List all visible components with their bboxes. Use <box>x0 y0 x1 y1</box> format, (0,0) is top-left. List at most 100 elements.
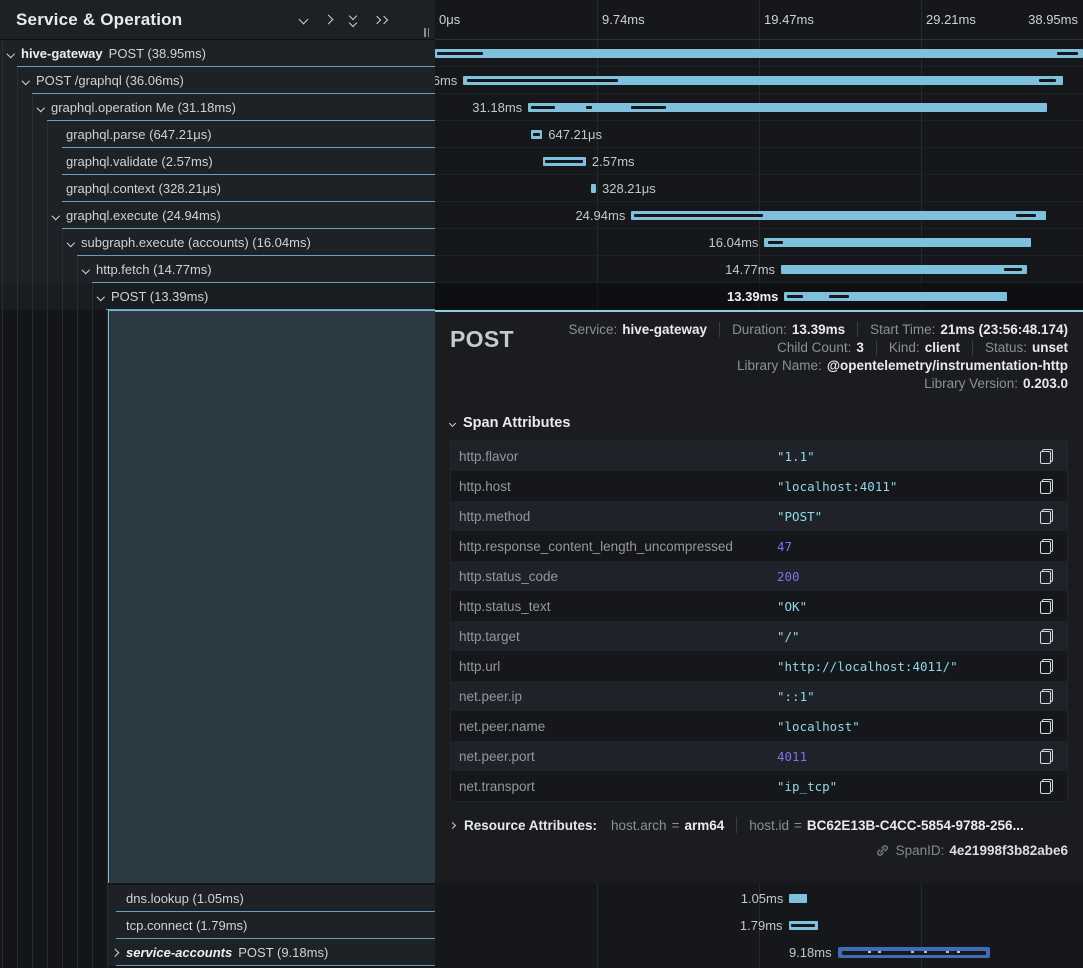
duration-label: Duration: <box>732 322 787 337</box>
chevron-down-icon[interactable] <box>23 78 36 84</box>
span-row-hive-gateway-post[interactable]: hive-gateway POST (38.95ms) 38.95ms <box>0 40 1083 67</box>
span-bar-cell[interactable]: 38.95ms <box>435 40 1083 67</box>
span-bar-cell[interactable]: 9.18ms <box>435 939 1083 966</box>
span-bar-cell[interactable]: 16.04ms <box>435 229 1083 256</box>
attribute-row: net.transport "ip_tcp" <box>451 771 1067 801</box>
span-attributes-toggle[interactable]: Span Attributes <box>450 415 1068 431</box>
ruler-tick: 19.47ms <box>764 12 814 27</box>
span-bar-cell[interactable]: 24.94ms <box>435 202 1083 229</box>
span-bar-cell[interactable]: 328.21μs <box>435 175 1083 202</box>
span-row-graphql-context[interactable]: graphql.context (328.21μs) 328.21μs <box>0 175 1083 202</box>
library-name-label: Library Name: <box>737 358 822 373</box>
span-bar[interactable] <box>543 157 586 166</box>
expand-all-icon[interactable] <box>374 17 387 23</box>
attribute-row: net.peer.ip "::1" <box>451 681 1067 711</box>
span-bar-cell[interactable]: 2.57ms <box>435 148 1083 175</box>
operation-label: graphql.parse (647.21μs) <box>66 127 212 142</box>
span-row-dns-lookup[interactable]: dns.lookup (1.05ms) 1.05ms <box>0 885 1083 912</box>
span-row-subgraph-execute[interactable]: subgraph.execute (accounts) (16.04ms) 16… <box>0 229 1083 256</box>
selected-span-expanded-area[interactable] <box>108 310 435 883</box>
tree-item[interactable]: graphql.validate (2.57ms) <box>0 148 435 175</box>
copy-icon[interactable] <box>1040 779 1053 794</box>
tree-item[interactable]: graphql.context (328.21μs) <box>0 175 435 202</box>
attribute-value: "1.1" <box>777 449 1040 464</box>
tree-item[interactable]: dns.lookup (1.05ms) <box>0 885 435 912</box>
span-bar[interactable] <box>463 76 1063 85</box>
span-bar-cell[interactable]: 36.06ms <box>435 67 1083 94</box>
panel-resize-handle[interactable] <box>424 28 429 37</box>
collapse-one-icon[interactable] <box>299 15 309 25</box>
span-bar[interactable] <box>784 292 1007 301</box>
resource-attributes-toggle[interactable]: Resource Attributes: host.arch = arm64 h… <box>450 817 1068 833</box>
chevron-down-icon[interactable] <box>38 105 51 111</box>
chevron-down-icon[interactable] <box>98 294 111 300</box>
span-bar-cell[interactable]: 647.21μs <box>435 121 1083 148</box>
chevron-right-icon[interactable] <box>112 950 126 956</box>
link-icon[interactable] <box>875 843 890 858</box>
span-bar[interactable] <box>789 894 806 903</box>
span-row-service-accounts-post[interactable]: service-accounts POST (9.18ms) 9.18ms <box>0 939 1083 966</box>
copy-icon[interactable] <box>1040 569 1053 584</box>
span-bar[interactable] <box>591 184 596 193</box>
ruler-tick: 38.95ms <box>1028 12 1078 27</box>
copy-icon[interactable] <box>1040 689 1053 704</box>
attribute-row: http.status_code 200 <box>451 561 1067 591</box>
copy-icon[interactable] <box>1040 479 1053 494</box>
attribute-value: "http://localhost:4011/" <box>777 659 1040 674</box>
span-row-http-fetch[interactable]: http.fetch (14.77ms) 14.77ms <box>0 256 1083 283</box>
expand-one-icon[interactable] <box>324 15 334 25</box>
collapse-all-icon[interactable] <box>350 13 356 26</box>
operation-label: http.fetch (14.77ms) <box>96 262 212 277</box>
span-row-post-selected[interactable]: POST (13.39ms) 13.39ms <box>0 283 1083 310</box>
tree-item[interactable]: POST (13.39ms) <box>0 283 435 310</box>
span-row-graphql-operation[interactable]: graphql.operation Me (31.18ms) 31.18ms <box>0 94 1083 121</box>
span-row-tcp-connect[interactable]: tcp.connect (1.79ms) 1.79ms <box>0 912 1083 939</box>
copy-icon[interactable] <box>1040 509 1053 524</box>
chevron-down-icon[interactable] <box>53 213 66 219</box>
tree-item[interactable]: POST /graphql (36.06ms) <box>0 67 435 94</box>
copy-icon[interactable] <box>1040 659 1053 674</box>
span-bar[interactable] <box>838 947 991 958</box>
tree-item[interactable]: subgraph.execute (accounts) (16.04ms) <box>0 229 435 256</box>
span-bar[interactable] <box>789 921 819 930</box>
span-bar[interactable] <box>528 103 1047 112</box>
attribute-key: http.method <box>451 509 777 524</box>
tree-item[interactable]: http.fetch (14.77ms) <box>0 256 435 283</box>
span-bar[interactable] <box>531 130 542 139</box>
chevron-down-icon[interactable] <box>8 51 21 57</box>
chevron-down-icon[interactable] <box>68 240 81 246</box>
span-bar[interactable] <box>781 265 1027 274</box>
copy-icon[interactable] <box>1040 539 1053 554</box>
span-bar-cell[interactable]: 14.77ms <box>435 256 1083 283</box>
copy-icon[interactable] <box>1040 599 1053 614</box>
span-bar[interactable] <box>764 238 1031 247</box>
span-bar-cell[interactable]: 1.05ms <box>435 885 1083 912</box>
tree-item[interactable]: graphql.operation Me (31.18ms) <box>0 94 435 121</box>
span-bar[interactable] <box>631 211 1046 220</box>
span-row-graphql-validate[interactable]: graphql.validate (2.57ms) 2.57ms <box>0 148 1083 175</box>
copy-icon[interactable] <box>1040 629 1053 644</box>
attribute-value: "::1" <box>777 689 1040 704</box>
copy-icon[interactable] <box>1040 719 1053 734</box>
attribute-value: "ip_tcp" <box>777 779 1040 794</box>
tree-item[interactable]: graphql.parse (647.21μs) <box>0 121 435 148</box>
span-row-graphql-parse[interactable]: graphql.parse (647.21μs) 647.21μs <box>0 121 1083 148</box>
tree-item[interactable]: graphql.execute (24.94ms) <box>0 202 435 229</box>
span-row-graphql-execute[interactable]: graphql.execute (24.94ms) 24.94ms <box>0 202 1083 229</box>
tree-item[interactable]: service-accounts POST (9.18ms) <box>0 939 435 966</box>
ruler-tick: 9.74ms <box>602 12 645 27</box>
span-bar[interactable] <box>435 49 1083 58</box>
span-bar-cell[interactable]: 13.39ms <box>435 283 1083 310</box>
chevron-down-icon[interactable] <box>83 267 96 273</box>
duration-label: 14.77ms <box>725 256 775 283</box>
span-bar-cell[interactable]: 1.79ms <box>435 912 1083 939</box>
span-row-post-graphql[interactable]: POST /graphql (36.06ms) 36.06ms <box>0 67 1083 94</box>
tree-item[interactable]: tcp.connect (1.79ms) <box>0 912 435 939</box>
copy-icon[interactable] <box>1040 449 1053 464</box>
copy-icon[interactable] <box>1040 749 1053 764</box>
operation-label: POST /graphql (36.06ms) <box>36 73 184 88</box>
tree-item[interactable]: hive-gateway POST (38.95ms) <box>0 40 435 67</box>
start-time-value: 21ms (23:56:48.174) <box>940 322 1068 337</box>
span-bar-cell[interactable]: 31.18ms <box>435 94 1083 121</box>
duration-label: 2.57ms <box>592 148 635 175</box>
